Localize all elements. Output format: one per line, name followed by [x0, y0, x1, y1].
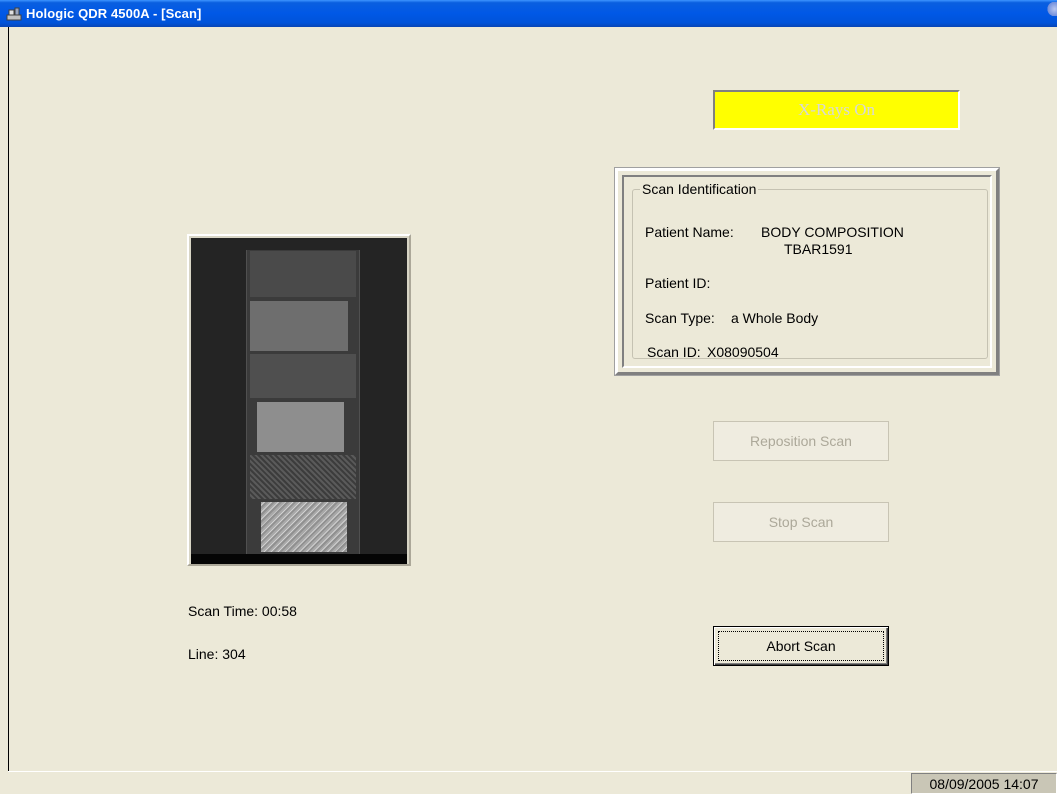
xray-status-indicator: X-Rays On — [713, 90, 960, 130]
patient-name-value-line2: TBAR1591 — [784, 241, 853, 257]
phantom-block — [250, 251, 356, 297]
phantom-block — [261, 502, 347, 552]
scan-identification-legend: Scan Identification — [640, 181, 759, 197]
patient-name-value: BODY COMPOSITION — [761, 224, 904, 240]
patient-id-label: Patient ID: — [645, 275, 711, 291]
scan-preview-image — [191, 238, 407, 564]
scan-identification-group: Scan Identification Patient Name: BODY C… — [632, 181, 988, 360]
scan-type-value: a Whole Body — [731, 310, 819, 326]
scan-preview-frame — [187, 234, 411, 566]
patient-name-label: Patient Name: — [645, 224, 734, 240]
line-readout: Line: 304 — [188, 646, 246, 662]
abort-scan-button[interactable]: Abort Scan — [713, 626, 889, 666]
stop-scan-button[interactable]: Stop Scan — [713, 502, 889, 542]
phantom-block — [250, 455, 356, 499]
reposition-scan-button[interactable]: Reposition Scan — [713, 421, 889, 461]
window-control-icon[interactable] — [1045, 2, 1057, 16]
scan-id-value: X08090504 — [707, 344, 779, 360]
phantom-block — [250, 354, 356, 398]
status-datetime: 08/09/2005 14:07 — [911, 773, 1057, 794]
focus-rectangle — [718, 631, 884, 661]
phantom-block — [250, 301, 348, 351]
status-bar: 08/09/2005 14:07 — [8, 771, 1057, 794]
phantom-column — [246, 250, 360, 556]
scan-id-label: Scan ID: — [647, 344, 701, 360]
scan-type-label: Scan Type: — [645, 310, 715, 326]
scan-identification-panel: Scan Identification Patient Name: BODY C… — [614, 167, 1000, 376]
title-bar[interactable]: Hologic QDR 4500A - [Scan] — [0, 0, 1057, 27]
scan-time-readout: Scan Time: 00:58 — [188, 603, 297, 619]
phantom-block — [257, 402, 344, 452]
scan-identification-inner-frame: Scan Identification Patient Name: BODY C… — [622, 175, 992, 368]
app-icon[interactable] — [6, 6, 22, 22]
window-border — [8, 27, 9, 771]
scan-preview-baseline — [191, 554, 407, 564]
window-title: Hologic QDR 4500A - [Scan] — [26, 6, 202, 21]
